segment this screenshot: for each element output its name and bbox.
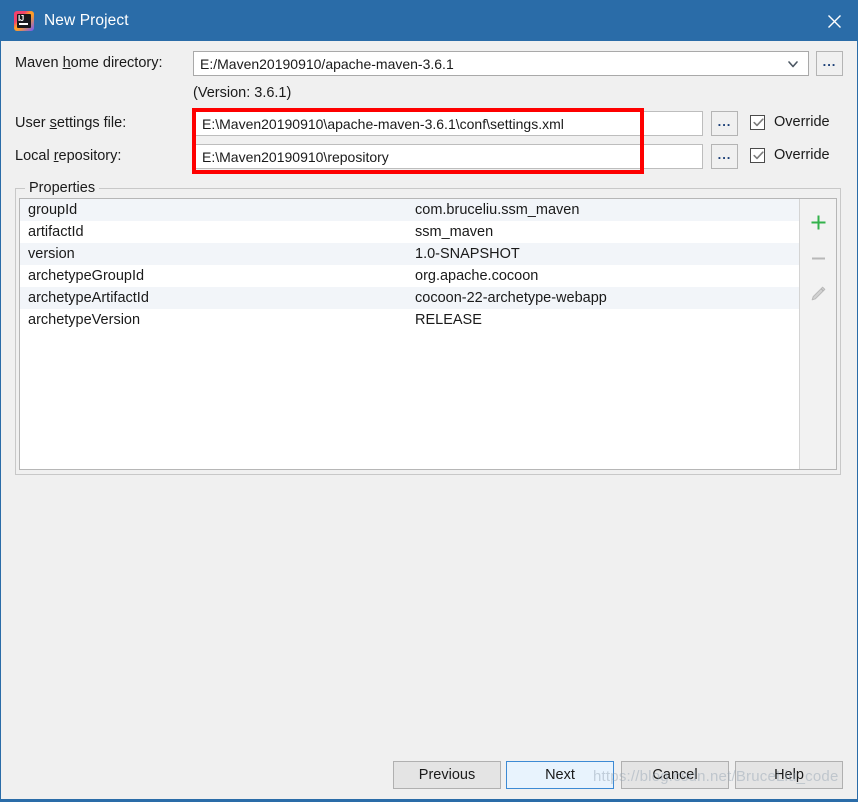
table-row[interactable]: archetypeGroupId org.apache.cocoon	[20, 265, 799, 287]
local-repository-input[interactable]: E:\Maven20190910\repository	[195, 144, 703, 169]
maven-home-value: E:/Maven20190910/apache-maven-3.6.1	[200, 55, 454, 72]
property-value: org.apache.cocoon	[415, 268, 539, 284]
maven-home-combobox[interactable]: E:/Maven20190910/apache-maven-3.6.1	[193, 51, 809, 76]
override-label: Override	[774, 147, 830, 163]
property-value: 1.0-SNAPSHOT	[415, 246, 520, 262]
local-repository-label: Local repository:	[15, 148, 122, 164]
user-settings-browse-button[interactable]: ...	[711, 111, 738, 136]
maven-home-browse-button[interactable]: ...	[816, 51, 843, 76]
property-value: cocoon-22-archetype-webapp	[415, 290, 607, 306]
help-button[interactable]: Help	[735, 761, 843, 789]
checkbox-box	[750, 147, 765, 163]
property-key: archetypeArtifactId	[28, 290, 149, 306]
dialog-body: Maven home directory: E:/Maven20190910/a…	[1, 41, 857, 801]
table-row[interactable]: groupId com.bruceliu.ssm_maven	[20, 199, 799, 221]
table-row[interactable]: archetypeArtifactId cocoon-22-archetype-…	[20, 287, 799, 309]
property-key: archetypeVersion	[28, 312, 141, 328]
maven-home-label: Maven home directory:	[15, 55, 163, 71]
local-repository-browse-button[interactable]: ...	[711, 144, 738, 169]
checkbox-box	[750, 114, 765, 130]
local-repository-value: E:\Maven20190910\repository	[202, 148, 389, 165]
minus-icon[interactable]	[805, 244, 831, 272]
property-key: artifactId	[28, 224, 84, 240]
pencil-icon[interactable]	[805, 280, 831, 308]
window-title: New Project	[44, 12, 129, 29]
next-button[interactable]: Next	[506, 761, 614, 789]
cancel-button[interactable]: Cancel	[621, 761, 729, 789]
bottom-accent-rule	[1, 799, 857, 801]
plus-icon[interactable]	[805, 208, 831, 236]
close-icon[interactable]	[811, 1, 857, 41]
properties-table-body: groupId com.bruceliu.ssm_maven artifactI…	[20, 199, 799, 469]
table-row[interactable]: version 1.0-SNAPSHOT	[20, 243, 799, 265]
local-repository-override-checkbox[interactable]: Override	[750, 147, 830, 163]
user-settings-override-checkbox[interactable]: Override	[750, 114, 830, 130]
user-settings-input[interactable]: E:\Maven20190910\apache-maven-3.6.1\conf…	[195, 111, 703, 136]
property-value: RELEASE	[415, 312, 482, 328]
user-settings-value: E:\Maven20190910\apache-maven-3.6.1\conf…	[202, 115, 564, 132]
table-row[interactable]: artifactId ssm_maven	[20, 221, 799, 243]
maven-version-note: (Version: 3.6.1)	[193, 85, 292, 101]
properties-group-title: Properties	[25, 180, 100, 196]
override-label: Override	[774, 114, 830, 130]
intellij-idea-icon: IJ	[14, 11, 34, 31]
user-settings-label: User settings file:	[15, 115, 127, 131]
properties-table: groupId com.bruceliu.ssm_maven artifactI…	[19, 198, 837, 470]
property-key: groupId	[28, 202, 78, 218]
new-project-dialog: IJ New Project Maven home directory: E:/…	[0, 0, 858, 802]
property-key: archetypeGroupId	[28, 268, 145, 284]
property-value: ssm_maven	[415, 224, 494, 240]
table-row[interactable]: archetypeVersion RELEASE	[20, 309, 799, 331]
property-value: com.bruceliu.ssm_maven	[415, 202, 580, 218]
property-key: version	[28, 246, 75, 262]
properties-toolbar	[799, 199, 836, 469]
title-bar: IJ New Project	[1, 1, 857, 41]
chevron-down-icon	[786, 57, 800, 71]
previous-button[interactable]: Previous	[393, 761, 501, 789]
